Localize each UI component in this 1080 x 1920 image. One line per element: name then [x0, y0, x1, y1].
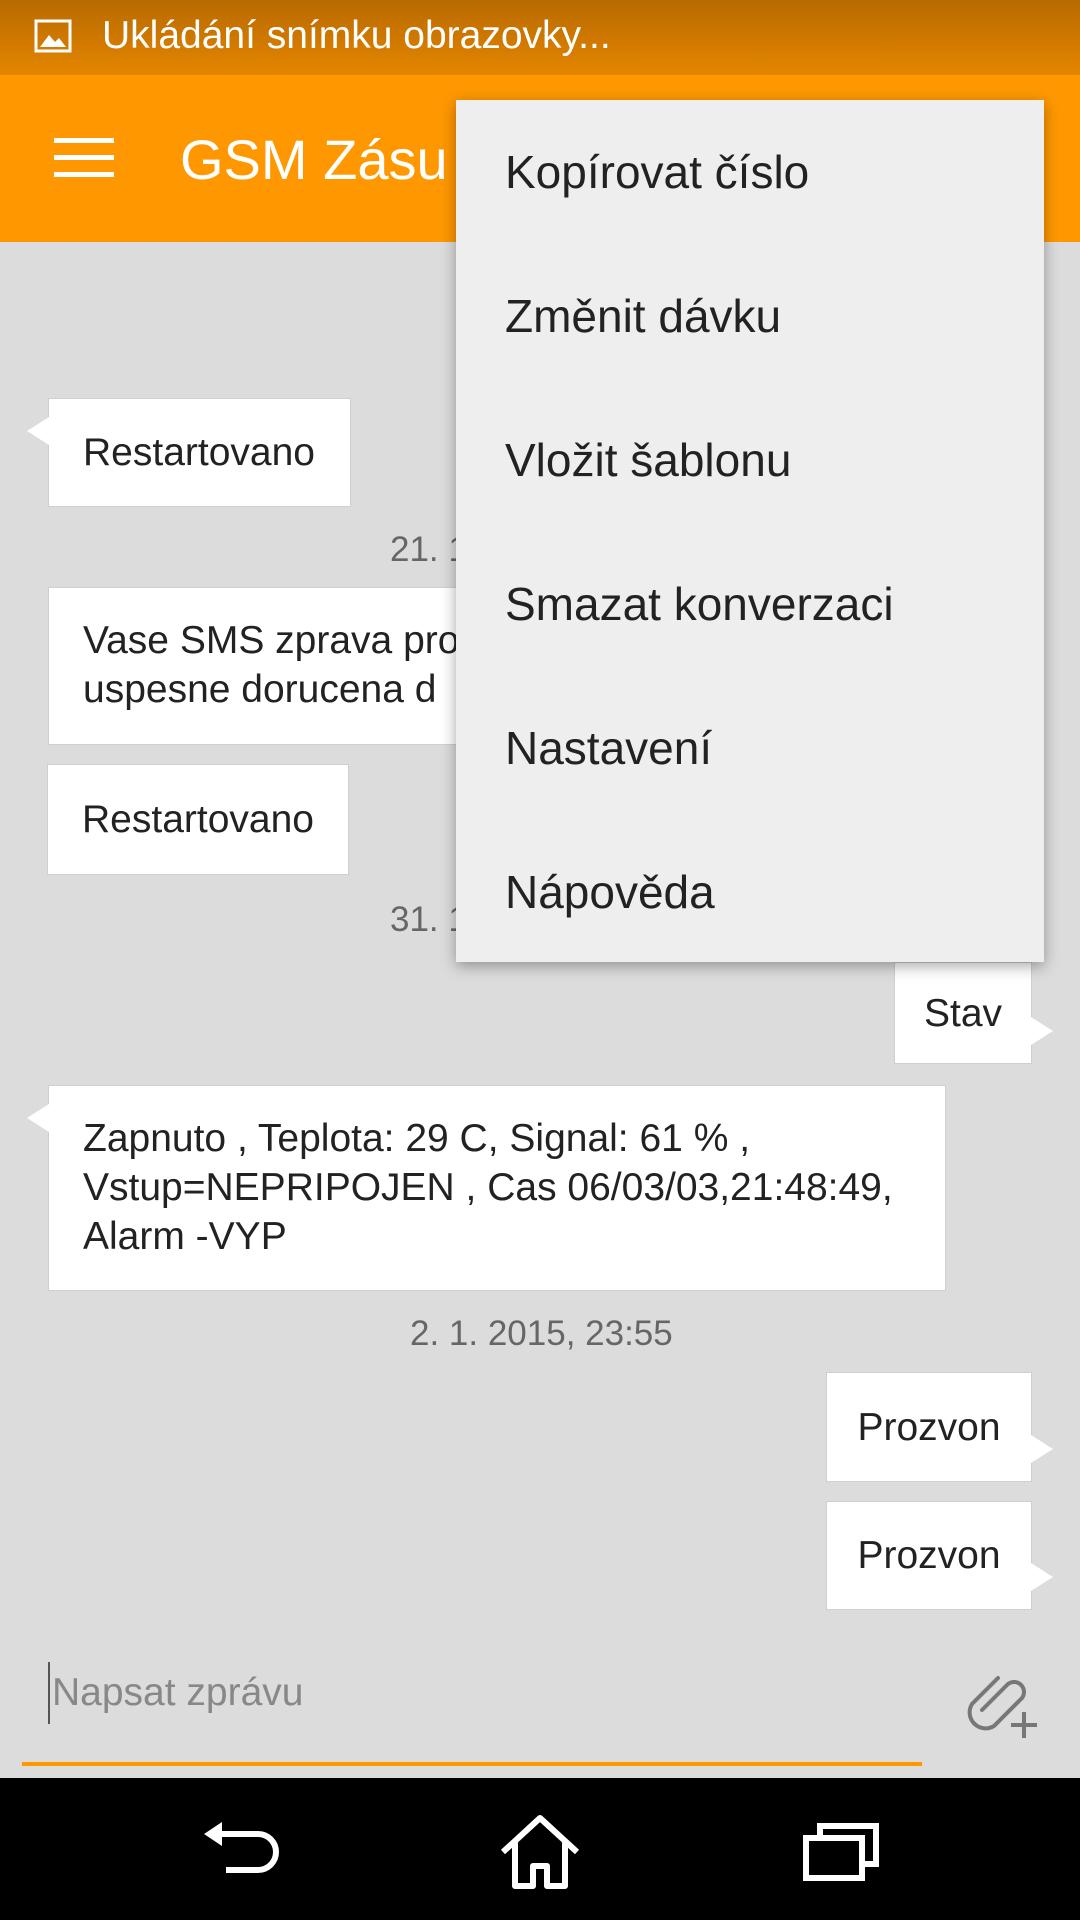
status-bar: Ukládání snímku obrazovky... — [0, 0, 1080, 75]
recent-apps-icon[interactable] — [796, 1812, 886, 1892]
message-text-line: Vase SMS zprava pro — [83, 619, 460, 662]
hamburger-menu-icon[interactable] — [54, 138, 114, 178]
message-bubble-outgoing[interactable]: Stav — [894, 962, 1053, 1064]
overflow-menu: Kopírovat číslo Změnit dávku Vložit šabl… — [456, 100, 1044, 962]
message-text-line: Zapnuto , Teplota: 29 C, Signal: 61 % , — [83, 1117, 751, 1160]
app-title: GSM Zásu — [180, 128, 448, 191]
menu-item-copy-number[interactable]: Kopírovat číslo — [456, 100, 1044, 244]
input-underline — [22, 1762, 922, 1766]
message-text-line: Vstup=NEPRIPOJEN , Cas 06/03/03,21:48:49… — [83, 1166, 893, 1209]
message-bubble-incoming[interactable]: Vase SMS zprava pro uspesne dorucena d — [48, 587, 468, 745]
image-icon — [34, 19, 72, 53]
compose-area — [0, 1640, 1080, 1778]
message-text: Stav — [923, 991, 1003, 1035]
message-text-line: Alarm -VYP — [83, 1215, 287, 1258]
message-text-line: uspesne dorucena d — [83, 668, 437, 711]
back-icon[interactable] — [196, 1812, 286, 1892]
menu-item-help[interactable]: Nápověda — [456, 820, 1044, 964]
message-bubble-outgoing[interactable]: Prozvon — [826, 1501, 1053, 1610]
message-bubble-outgoing[interactable]: Prozvon — [826, 1372, 1053, 1482]
message-bubble-incoming[interactable]: Zapnuto , Teplota: 29 C, Signal: 61 % , … — [27, 1085, 946, 1291]
navigation-bar — [0, 1778, 1080, 1920]
message-text: Restartovano — [83, 431, 315, 474]
message-text: Restartovano — [82, 798, 314, 841]
message-bubble-incoming[interactable]: Restartovano — [47, 764, 349, 875]
attach-add-icon[interactable] — [962, 1660, 1042, 1740]
menu-item-settings[interactable]: Nastavení — [456, 676, 1044, 820]
home-icon[interactable] — [495, 1812, 585, 1892]
menu-item-change-batch[interactable]: Změnit dávku — [456, 244, 1044, 388]
message-input[interactable] — [48, 1662, 918, 1724]
message-timestamp: 2. 1. 2015, 23:55 — [410, 1314, 673, 1353]
menu-item-delete-conversation[interactable]: Smazat konverzaci — [456, 532, 1044, 676]
message-text: Prozvon — [857, 1534, 1001, 1577]
status-notification-text: Ukládání snímku obrazovky... — [102, 14, 611, 57]
message-bubble-incoming[interactable]: Restartovano — [27, 398, 351, 507]
menu-item-insert-template[interactable]: Vložit šablonu — [456, 388, 1044, 532]
message-text: Prozvon — [857, 1405, 1001, 1449]
